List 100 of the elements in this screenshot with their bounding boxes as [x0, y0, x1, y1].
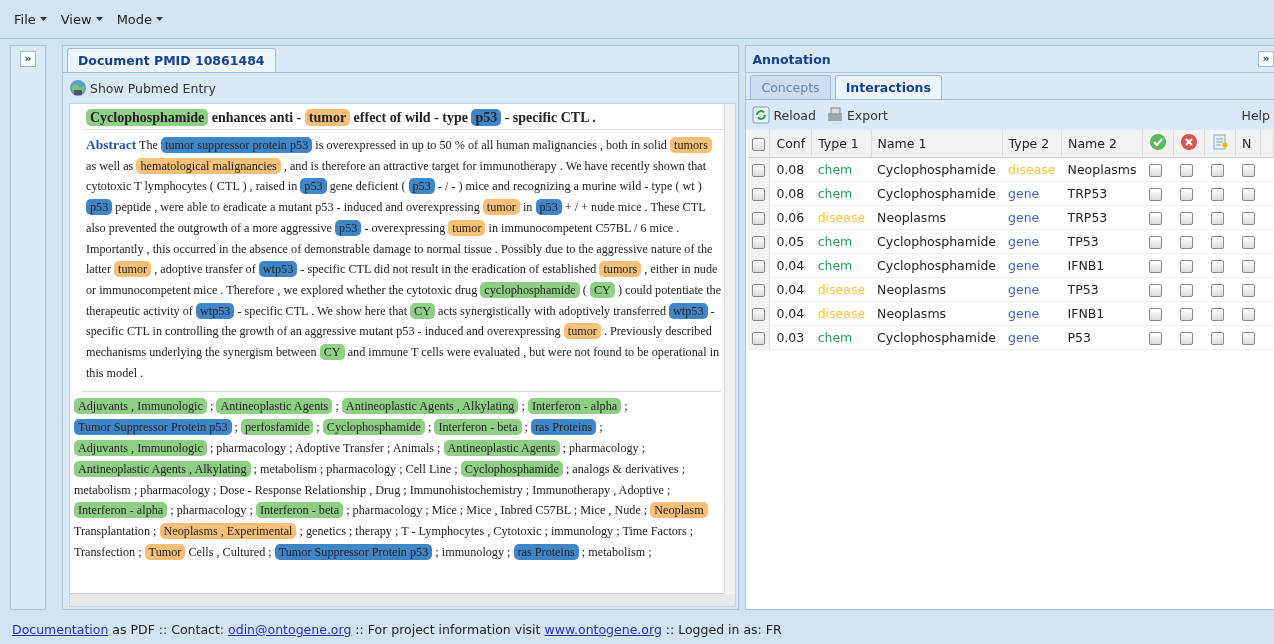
checkbox[interactable] [1210, 212, 1224, 225]
concept-highlight[interactable]: Neoplasm [650, 502, 708, 519]
concept-highlight[interactable]: Interferon - alpha [527, 398, 622, 415]
concept-highlight[interactable]: Interferon - beta [255, 502, 344, 519]
concept-highlight[interactable]: p53 [85, 199, 113, 216]
concept-highlight[interactable]: hematological malignancies [136, 157, 281, 174]
concept-highlight[interactable]: Antineoplastic Agents [216, 398, 333, 415]
checkbox[interactable] [752, 212, 766, 225]
checkbox[interactable] [1148, 332, 1162, 345]
checkbox[interactable] [1210, 236, 1224, 249]
concept-highlight[interactable]: tumor [448, 219, 486, 236]
column-header[interactable]: Conf [769, 130, 812, 158]
checkbox[interactable] [1241, 212, 1255, 225]
help-button[interactable]: Help [1241, 107, 1270, 123]
reload-button[interactable]: Reload [752, 106, 816, 124]
checkbox[interactable] [1148, 236, 1162, 249]
concept-highlight[interactable]: Tumor Suppressor Protein p53 [274, 544, 433, 560]
checkbox[interactable] [1148, 260, 1162, 273]
checkbox[interactable] [1148, 188, 1162, 201]
checkbox[interactable] [1148, 212, 1162, 225]
checkbox[interactable] [1179, 164, 1193, 177]
checkbox[interactable] [752, 260, 766, 273]
checkbox[interactable] [752, 138, 766, 151]
concept-highlight[interactable]: wtp53 [195, 302, 235, 319]
column-header[interactable]: Type 2 [1002, 130, 1062, 158]
concept-highlight[interactable]: CY [319, 344, 345, 361]
concept-highlight[interactable]: Interferon - beta [434, 419, 522, 436]
concept-highlight[interactable]: Cyclophosphamide [322, 419, 425, 436]
concept-highlight[interactable]: tumor suppressor protein p53 [161, 137, 313, 153]
concept-highlight[interactable]: Antineoplastic Agents [443, 440, 560, 457]
menu-item[interactable]: File [14, 11, 47, 27]
checkbox[interactable] [1179, 308, 1193, 321]
concept-highlight[interactable]: Tumor [144, 544, 186, 560]
checkbox[interactable] [1241, 236, 1255, 249]
concept-highlight[interactable]: CY [589, 281, 615, 298]
concept-highlight[interactable]: p53 [471, 109, 502, 126]
footer-link[interactable]: www.ontogene.org [544, 621, 662, 637]
column-header[interactable]: Name 2 [1061, 130, 1143, 158]
checkbox[interactable] [1241, 308, 1255, 321]
checkbox[interactable] [1148, 308, 1162, 321]
expand-button[interactable]: » [20, 51, 36, 67]
concept-highlight[interactable]: p53 [300, 178, 327, 195]
checkbox[interactable] [1179, 284, 1193, 297]
concept-highlight[interactable]: Antineoplastic Agents , Alkylating [73, 460, 251, 477]
checkbox[interactable] [1210, 260, 1224, 273]
checkbox[interactable] [1241, 332, 1255, 345]
horizontal-scrollbar[interactable] [69, 593, 736, 606]
checkbox[interactable] [752, 308, 766, 321]
checkbox[interactable] [1179, 260, 1193, 273]
footer-link[interactable]: Documentation [12, 621, 109, 637]
checkbox[interactable] [752, 236, 766, 249]
checkbox[interactable] [752, 188, 766, 201]
accept-icon[interactable] [1149, 133, 1167, 151]
footer-link[interactable]: odin@ontogene.org [228, 621, 352, 637]
checkbox[interactable] [752, 284, 766, 297]
checkbox[interactable] [1179, 236, 1193, 249]
concept-highlight[interactable]: CY [410, 302, 436, 319]
checkbox[interactable] [1210, 308, 1224, 321]
checkbox[interactable] [1179, 188, 1193, 201]
concept-highlight[interactable]: cyclophosphamide [480, 281, 580, 298]
concept-highlight[interactable]: perfosfamide [241, 419, 314, 436]
expand-button[interactable]: » [1258, 51, 1274, 67]
checkbox[interactable] [1179, 212, 1193, 225]
concept-highlight[interactable]: wtp53 [669, 302, 708, 319]
concept-highlight[interactable]: tumors [599, 261, 642, 278]
column-header[interactable]: Type 1 [811, 130, 872, 158]
reject-icon[interactable] [1180, 133, 1198, 151]
concept-highlight[interactable]: Cyclophosphamide [85, 109, 209, 126]
concept-highlight[interactable]: Tumor Suppressor Protein p53 [73, 419, 232, 436]
concept-highlight[interactable]: Cyclophosphamide [460, 460, 563, 477]
concept-highlight[interactable]: Adjuvants , Immunologic [73, 440, 207, 457]
concept-highlight[interactable]: wtp53 [258, 261, 298, 278]
checkbox[interactable] [752, 332, 766, 345]
concept-highlight[interactable]: ras Proteins [531, 419, 597, 436]
checkbox[interactable] [1241, 284, 1255, 297]
concept-highlight[interactable]: Neoplasms , Experimental [159, 523, 297, 540]
menu-item[interactable]: Mode [116, 11, 164, 27]
concept-highlight[interactable]: tumor [304, 109, 351, 126]
pubmed-button[interactable]: Show Pubmed Entry [68, 79, 216, 97]
panel-tab[interactable]: Interactions [834, 75, 942, 99]
concept-highlight[interactable]: ras Proteins [513, 544, 579, 560]
checkbox[interactable] [1210, 332, 1224, 345]
column-header[interactable]: N [1235, 130, 1261, 158]
concept-highlight[interactable]: p53 [408, 178, 435, 195]
checkbox[interactable] [1210, 284, 1224, 297]
checkbox[interactable] [1241, 188, 1255, 201]
concept-highlight[interactable]: Antineoplastic Agents , Alkylating [341, 398, 519, 415]
checkbox[interactable] [1241, 260, 1255, 273]
concept-highlight[interactable]: tumor [563, 323, 601, 340]
concept-highlight[interactable]: Interferon - alpha [73, 502, 168, 519]
checkbox[interactable] [1148, 284, 1162, 297]
checkbox[interactable] [1241, 164, 1255, 177]
checkbox[interactable] [1148, 164, 1162, 177]
vertical-scrollbar[interactable] [724, 104, 736, 594]
concept-highlight[interactable]: tumor [114, 261, 152, 278]
column-header[interactable]: Name 1 [871, 130, 1003, 158]
checkbox[interactable] [752, 164, 766, 177]
concept-highlight[interactable]: p53 [335, 219, 362, 236]
checkbox[interactable] [1210, 164, 1224, 177]
document-tab[interactable]: Document PMID 10861484 [66, 48, 276, 72]
